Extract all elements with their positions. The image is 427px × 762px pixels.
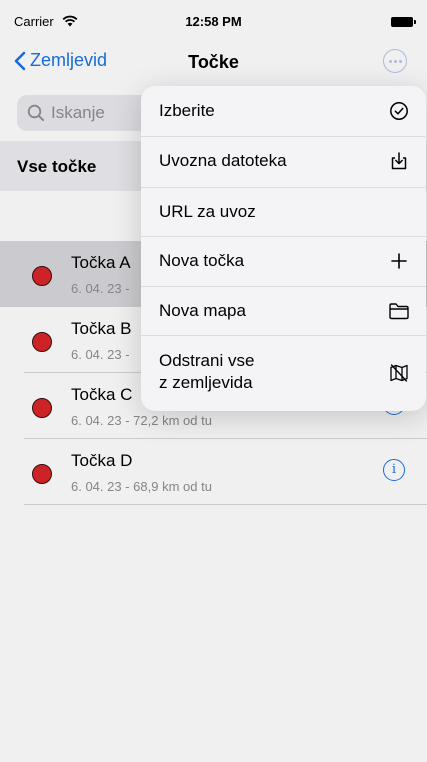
context-menu: Izberite Uvozna datoteka URL za uvoz Nov… xyxy=(141,86,426,411)
menu-item-select[interactable]: Izberite xyxy=(141,86,426,136)
menu-item-label: URL za uvoz xyxy=(159,202,256,221)
menu-item-new-folder[interactable]: Nova mapa xyxy=(141,287,426,335)
menu-item-import-file[interactable]: Uvozna datoteka xyxy=(141,137,426,187)
menu-item-remove-all-from-map[interactable]: Odstrani vse z zemljevida xyxy=(141,336,426,411)
menu-item-label: Nova točka xyxy=(159,251,245,270)
menu-item-label: Izberite xyxy=(159,101,215,120)
checkmark-circle-icon xyxy=(388,100,410,122)
menu-item-label: Uvozna datoteka xyxy=(159,151,287,170)
folder-icon xyxy=(388,300,410,322)
import-tray-icon xyxy=(388,150,410,172)
menu-item-new-point[interactable]: Nova točka xyxy=(141,237,426,287)
menu-item-import-url[interactable]: URL za uvoz xyxy=(141,188,426,236)
menu-item-label: Nova mapa xyxy=(159,301,246,320)
menu-item-label: Odstrani vse z zemljevida xyxy=(159,351,255,392)
plus-icon xyxy=(388,250,410,272)
map-slash-icon xyxy=(388,362,410,384)
